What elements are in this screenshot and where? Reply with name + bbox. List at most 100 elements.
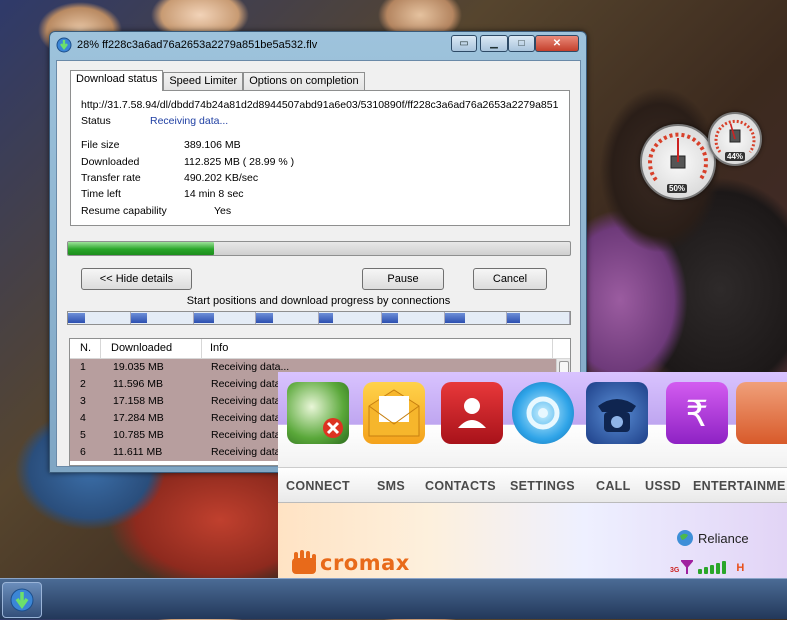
connection-segment-fill bbox=[381, 313, 399, 323]
download-url: http://31.7.58.94/dl/dbdd74b24a81d2d8944… bbox=[81, 99, 559, 111]
nav-entertainment[interactable]: ENTERTAINME bbox=[693, 479, 786, 493]
roaming-indicator: H bbox=[736, 562, 745, 574]
signal-bar bbox=[704, 567, 709, 574]
connection-segment bbox=[507, 312, 570, 324]
column-header-number[interactable]: N. bbox=[80, 342, 91, 354]
signal-bar bbox=[698, 569, 703, 574]
field-value: 112.825 MB ( 28.99 % ) bbox=[184, 156, 295, 168]
connection-segment bbox=[256, 312, 319, 324]
row-number: 1 bbox=[80, 361, 86, 373]
connection-segment-fill bbox=[319, 313, 334, 323]
nav-connect[interactable]: CONNECT bbox=[286, 479, 350, 493]
row-downloaded: 17.284 MB bbox=[113, 412, 164, 424]
hide-details-button[interactable]: << Hide details bbox=[81, 268, 192, 290]
memory-meter-gadget[interactable]: 44% bbox=[708, 112, 762, 166]
settings-gear-icon[interactable] bbox=[512, 382, 574, 444]
row-info: Receiving data bbox=[211, 412, 281, 424]
telephone-icon[interactable] bbox=[586, 382, 648, 444]
operator-name: Reliance bbox=[698, 530, 749, 546]
signal-strength-bars bbox=[698, 561, 727, 574]
connection-segment-fill bbox=[444, 313, 465, 323]
signal-bar bbox=[710, 565, 715, 574]
tab-download-status[interactable]: Download status bbox=[70, 70, 164, 91]
row-number: 6 bbox=[80, 446, 86, 458]
download-status-panel: http://31.7.58.94/dl/dbdd74b24a81d2d8944… bbox=[70, 90, 570, 226]
minimize-button[interactable]: ▁ bbox=[480, 35, 508, 52]
row-number: 2 bbox=[80, 378, 86, 390]
logo-text: cromax bbox=[320, 551, 410, 575]
status-label: Status bbox=[81, 115, 111, 127]
column-divider[interactable] bbox=[100, 339, 101, 359]
maximize-button[interactable]: □ bbox=[508, 35, 535, 52]
row-info: Receiving data bbox=[211, 446, 281, 458]
micromax-hand-logo-icon bbox=[292, 550, 316, 574]
network-type-label: 3G bbox=[670, 567, 680, 574]
connections-caption: Start positions and download progress by… bbox=[186, 295, 451, 307]
connection-segment bbox=[444, 312, 508, 324]
cpu-percent-badge: 50% bbox=[667, 184, 688, 193]
pause-button[interactable]: Pause bbox=[362, 268, 444, 290]
connection-segment bbox=[319, 312, 382, 324]
row-info: Receiving data bbox=[211, 395, 281, 407]
row-number: 5 bbox=[80, 429, 86, 441]
idm-taskbar-button[interactable] bbox=[2, 582, 42, 618]
connection-segment-fill bbox=[68, 313, 85, 323]
connection-segment-fill bbox=[507, 313, 520, 323]
status-value: Receiving data... bbox=[150, 115, 229, 127]
tab-speed-limiter[interactable]: Speed Limiter bbox=[163, 72, 244, 91]
idm-taskbar-icon bbox=[10, 588, 34, 612]
row-downloaded: 19.035 MB bbox=[113, 361, 164, 373]
table-header: N. Downloaded Info bbox=[70, 339, 570, 359]
nav-settings[interactable]: SETTINGS bbox=[510, 479, 575, 493]
column-divider[interactable] bbox=[552, 339, 553, 359]
row-downloaded: 11.611 MB bbox=[113, 446, 163, 458]
windows-taskbar bbox=[0, 578, 787, 619]
window-title: 28% ff228c3a6ad76a2653a2279a851be5a532.f… bbox=[77, 39, 318, 51]
column-header-info[interactable]: Info bbox=[210, 342, 228, 354]
field-label: Downloaded bbox=[81, 156, 140, 168]
micromax-logo: cromax bbox=[290, 548, 410, 578]
signal-status: 3G H bbox=[670, 560, 744, 574]
cancel-button[interactable]: Cancel bbox=[473, 268, 547, 290]
connection-segment bbox=[68, 312, 131, 324]
close-button[interactable]: ✕ bbox=[535, 35, 579, 52]
connection-segment bbox=[381, 312, 445, 324]
operator-indicator: Reliance bbox=[676, 529, 749, 547]
nav-ussd[interactable]: USSD bbox=[645, 479, 681, 493]
connection-segment-fill bbox=[193, 313, 214, 323]
connections-progress-bar bbox=[67, 311, 571, 325]
contacts-book-icon[interactable] bbox=[441, 382, 503, 444]
tab-options-on-completion[interactable]: Options on completion bbox=[243, 72, 365, 91]
row-info: Receiving data bbox=[211, 429, 281, 441]
column-header-downloaded[interactable]: Downloaded bbox=[111, 342, 172, 354]
memory-percent-badge: 44% bbox=[725, 152, 746, 161]
row-downloaded: 10.785 MB bbox=[113, 429, 164, 441]
logo-hand-icon[interactable] bbox=[736, 382, 787, 444]
row-downloaded: 17.158 MB bbox=[113, 395, 164, 407]
nav-contacts[interactable]: CONTACTS bbox=[425, 479, 496, 493]
row-number: 3 bbox=[80, 395, 86, 407]
rupee-icon[interactable]: ₹ bbox=[666, 382, 728, 444]
nav-call[interactable]: CALL bbox=[596, 479, 631, 493]
dashboard-icon-bar: ₹ bbox=[278, 372, 787, 467]
title-bar[interactable]: 28% ff228c3a6ad76a2653a2279a851be5a532.f… bbox=[50, 32, 586, 58]
field-label: Resume capability bbox=[81, 205, 167, 217]
antenna-icon bbox=[681, 560, 694, 574]
connection-segment-fill bbox=[130, 313, 148, 323]
envelope-icon[interactable] bbox=[363, 382, 425, 444]
globe-disconnect-icon[interactable] bbox=[287, 382, 349, 444]
svg-text:₹: ₹ bbox=[686, 394, 709, 435]
connection-segment bbox=[193, 312, 257, 324]
hide-to-tray-button[interactable]: ▭ bbox=[451, 35, 477, 52]
row-downloaded: 11.596 MB bbox=[113, 378, 164, 390]
field-value: 14 min 8 sec bbox=[184, 188, 244, 200]
tab-strip: Download status Speed Limiter Options on… bbox=[70, 70, 365, 91]
connection-segment-fill bbox=[256, 313, 273, 323]
cpu-meter-gadget[interactable]: 50% bbox=[640, 124, 716, 200]
nav-sms[interactable]: SMS bbox=[377, 479, 405, 493]
signal-bar bbox=[722, 561, 727, 574]
connection-segment bbox=[130, 312, 194, 324]
signal-bar bbox=[716, 563, 721, 574]
column-divider[interactable] bbox=[201, 339, 202, 359]
row-number: 4 bbox=[80, 412, 86, 424]
